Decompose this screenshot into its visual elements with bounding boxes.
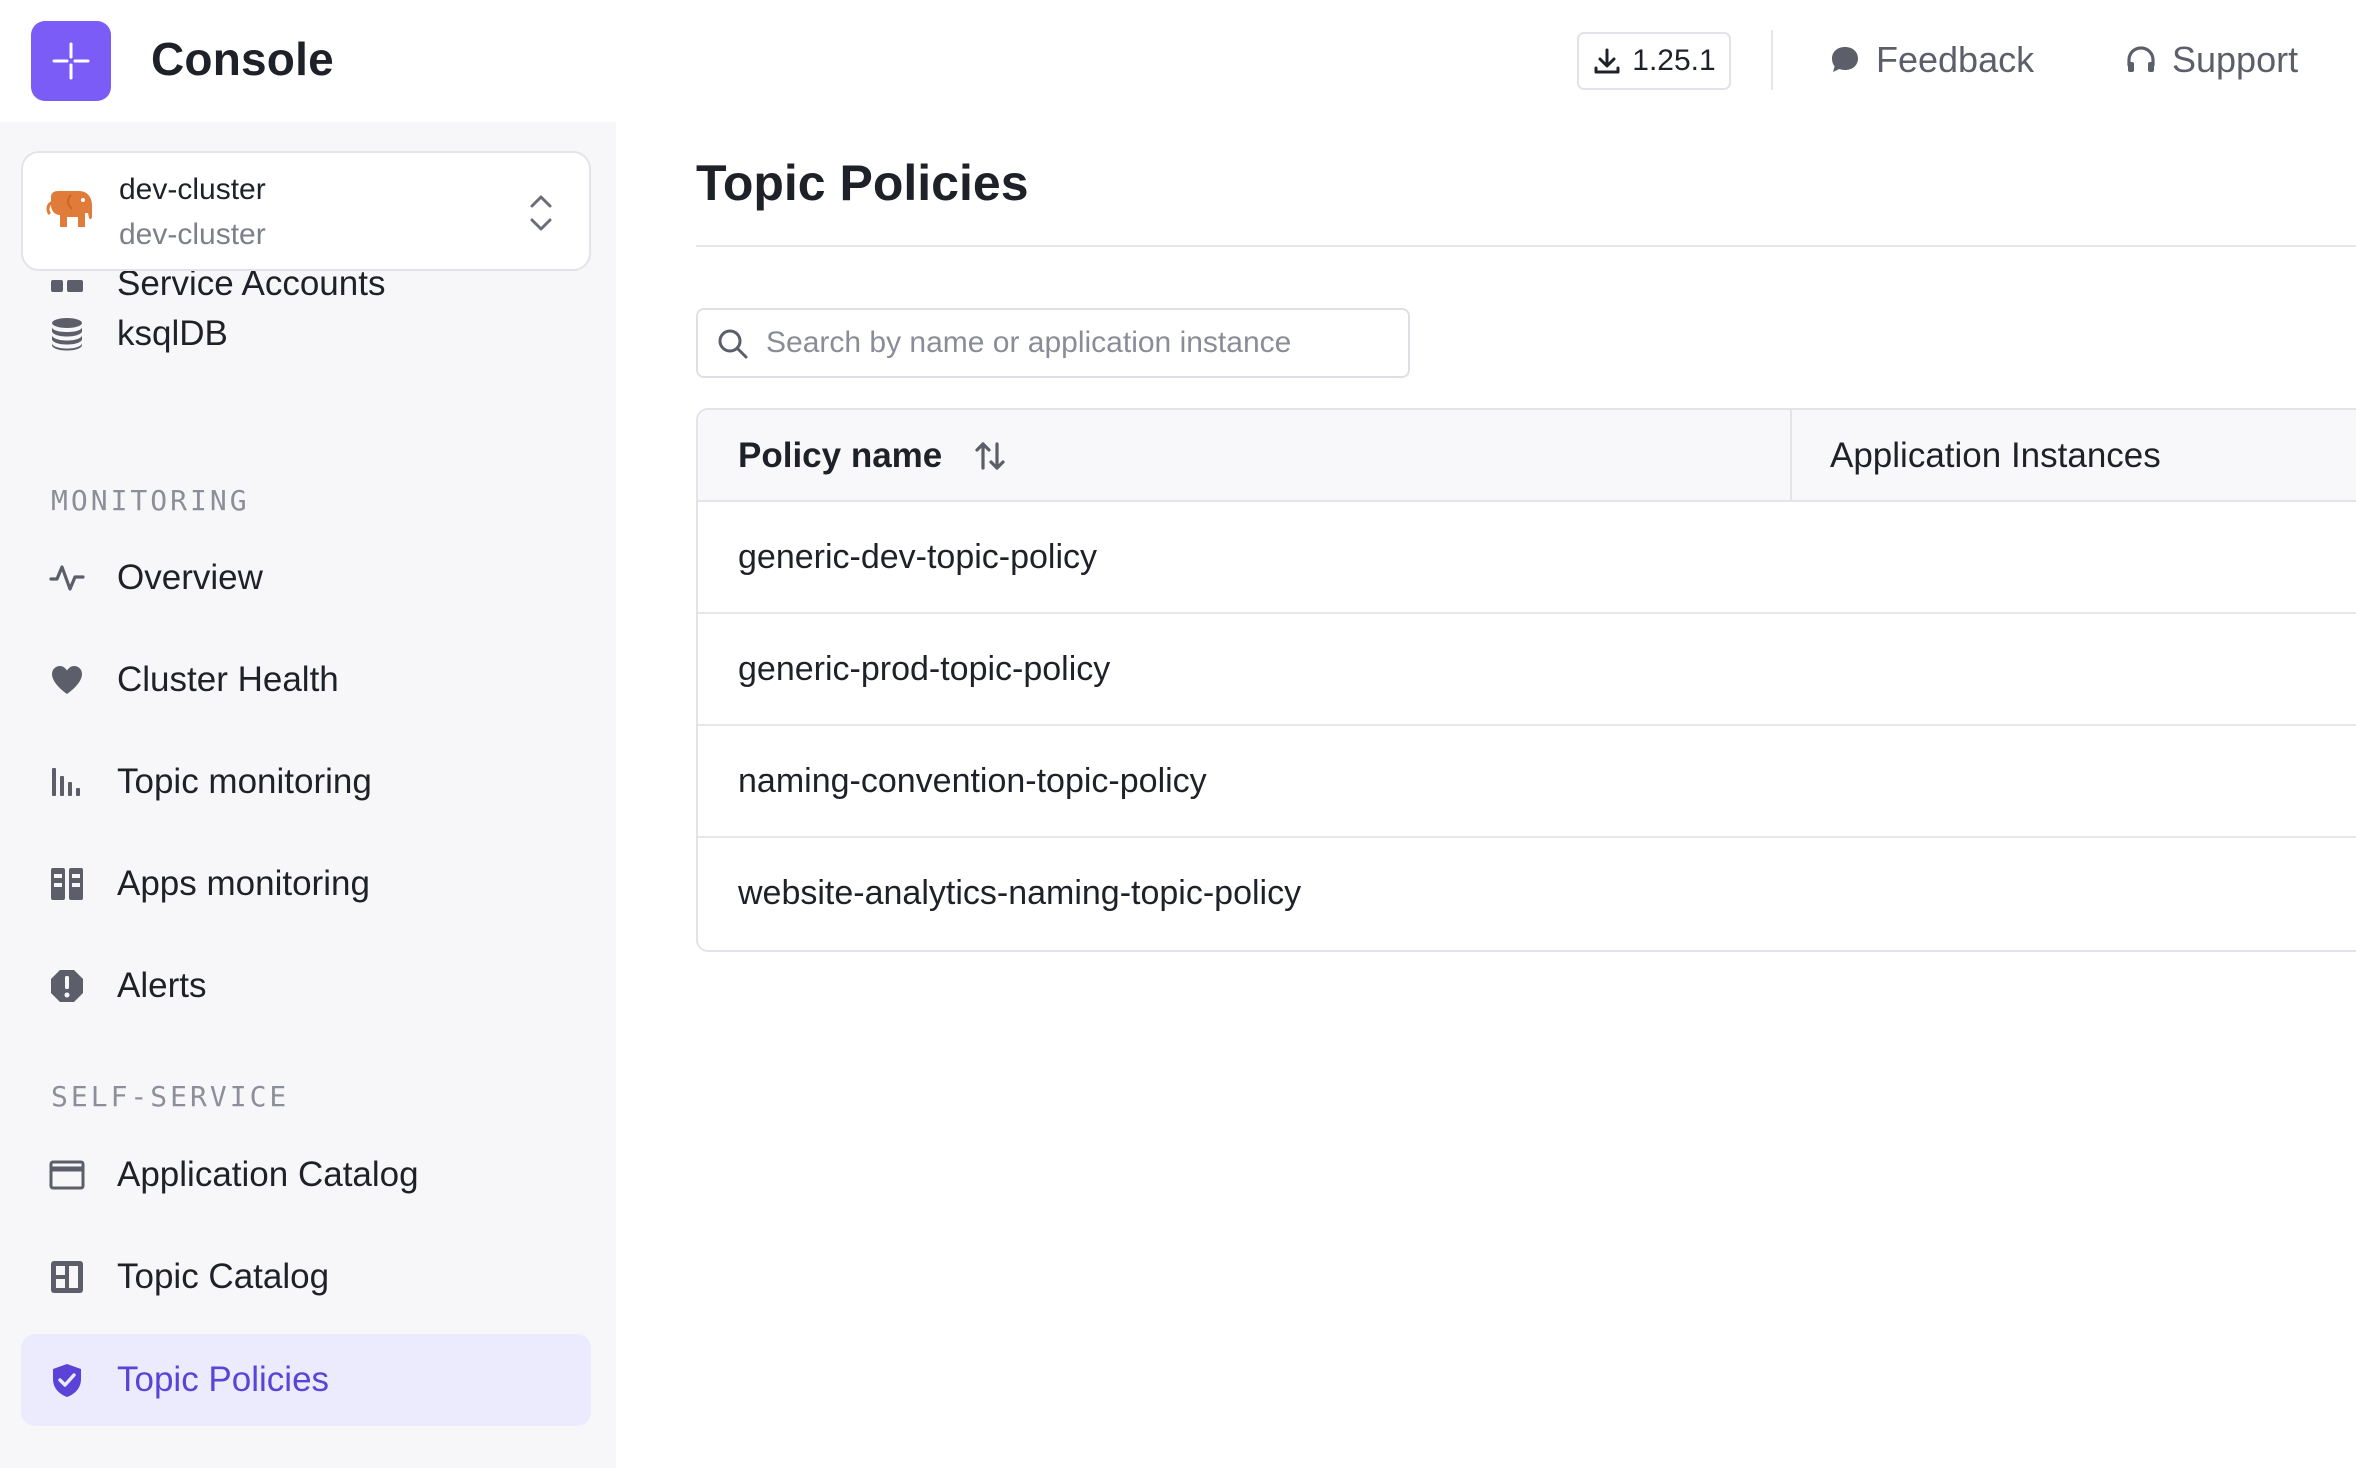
page-title: Topic Policies — [696, 155, 1029, 211]
sidebar-item-label: Apps monitoring — [117, 864, 370, 903]
sidebar-item-label: Topic Catalog — [117, 1257, 330, 1296]
sidebar-item-label: Topic Policies — [117, 1360, 330, 1399]
support-label: Support — [2172, 39, 2299, 80]
sidebar-item-topic-catalog[interactable]: Topic Catalog — [21, 1231, 591, 1323]
sidebar-item-label: Overview — [117, 558, 263, 597]
layout-icon — [51, 1261, 83, 1293]
heart-icon — [52, 666, 82, 694]
table-header: Policy name Application Instances — [698, 410, 2356, 502]
feedback-link[interactable]: Feedback — [1828, 36, 2034, 84]
cluster-selector[interactable]: dev-cluster dev-cluster — [21, 151, 591, 271]
sidebar-item-topic-monitoring[interactable]: Topic monitoring — [21, 736, 591, 828]
sidebar-item-label: ksqlDB — [117, 314, 228, 353]
column-header-application-instances: Application Instances — [1830, 436, 2161, 475]
column-separator — [1790, 410, 1792, 502]
sidebar-item-ksqldb[interactable]: ksqlDB — [21, 288, 591, 380]
sidebar-item-application-catalog[interactable]: Application Catalog — [21, 1129, 591, 1221]
search-input[interactable] — [766, 320, 1386, 366]
cluster-name: dev-cluster — [119, 173, 266, 206]
policy-name-cell: generic-prod-topic-policy — [738, 650, 1111, 688]
title-divider — [696, 245, 2356, 247]
sidebar-item-apps-monitoring[interactable]: Apps monitoring — [21, 838, 591, 930]
headphones-icon — [2127, 46, 2155, 72]
console-logo-icon[interactable] — [31, 21, 111, 101]
database-icon — [52, 318, 82, 351]
bar-chart-icon — [52, 768, 80, 796]
table-row[interactable]: generic-prod-topic-policy — [698, 614, 2356, 726]
console-app: Console 1.25.1 Feedback Support dev-clus… — [0, 0, 2356, 1468]
feedback-label: Feedback — [1876, 39, 2035, 80]
table-row[interactable]: website-analytics-naming-topic-policy — [698, 838, 2356, 950]
sidebar-item-label: Alerts — [117, 966, 207, 1005]
top-bar: Console 1.25.1 Feedback Support — [0, 0, 2356, 122]
elephant-icon — [46, 191, 92, 227]
sidebar-item-label: Cluster Health — [117, 660, 339, 699]
alert-octagon-icon — [51, 970, 83, 1002]
chevron-up-down-icon — [530, 195, 552, 231]
policy-name-cell: website-analytics-naming-topic-policy — [738, 874, 1302, 912]
app-title: Console — [151, 33, 334, 85]
section-label-monitoring: MONITORING — [51, 484, 250, 517]
sidebar-item-label: Topic monitoring — [117, 762, 372, 801]
table-row[interactable]: generic-dev-topic-policy — [698, 502, 2356, 614]
columns-icon — [51, 868, 83, 900]
policies-table: Policy name Application Instances generi… — [696, 408, 2356, 952]
search-icon — [718, 329, 748, 359]
chat-bubble-icon — [1832, 47, 1858, 72]
sidebar-item-overview[interactable]: Overview — [21, 532, 591, 624]
section-label-self-service: SELF-SERVICE — [51, 1080, 290, 1113]
download-icon — [1594, 48, 1620, 74]
sidebar: dev-cluster dev-cluster Service Accounts — [0, 122, 616, 1468]
version-download-button[interactable]: 1.25.1 — [1577, 32, 1731, 90]
sidebar-item-alerts[interactable]: Alerts — [21, 940, 591, 1032]
policy-name-cell: generic-dev-topic-policy — [738, 538, 1098, 576]
sidebar-item-topic-policies[interactable]: Topic Policies — [21, 1334, 591, 1426]
main-content: Topic Policies Policy name Application I… — [616, 122, 2356, 1468]
top-divider — [1771, 30, 1773, 90]
window-icon — [49, 1160, 85, 1190]
sidebar-item-label: Application Catalog — [117, 1155, 419, 1194]
table-row[interactable]: naming-convention-topic-policy — [698, 726, 2356, 838]
version-label: 1.25.1 — [1632, 44, 1716, 77]
sidebar-item-cluster-health[interactable]: Cluster Health — [21, 634, 591, 726]
policy-name-cell: naming-convention-topic-policy — [738, 762, 1207, 800]
search-box — [696, 308, 1410, 378]
cluster-subtitle: dev-cluster — [119, 218, 266, 251]
column-header-policy-name[interactable]: Policy name — [738, 436, 942, 476]
sort-icon[interactable] — [972, 438, 1008, 474]
activity-icon — [49, 565, 85, 591]
shield-check-icon — [53, 1364, 81, 1397]
support-link[interactable]: Support — [2124, 36, 2298, 84]
